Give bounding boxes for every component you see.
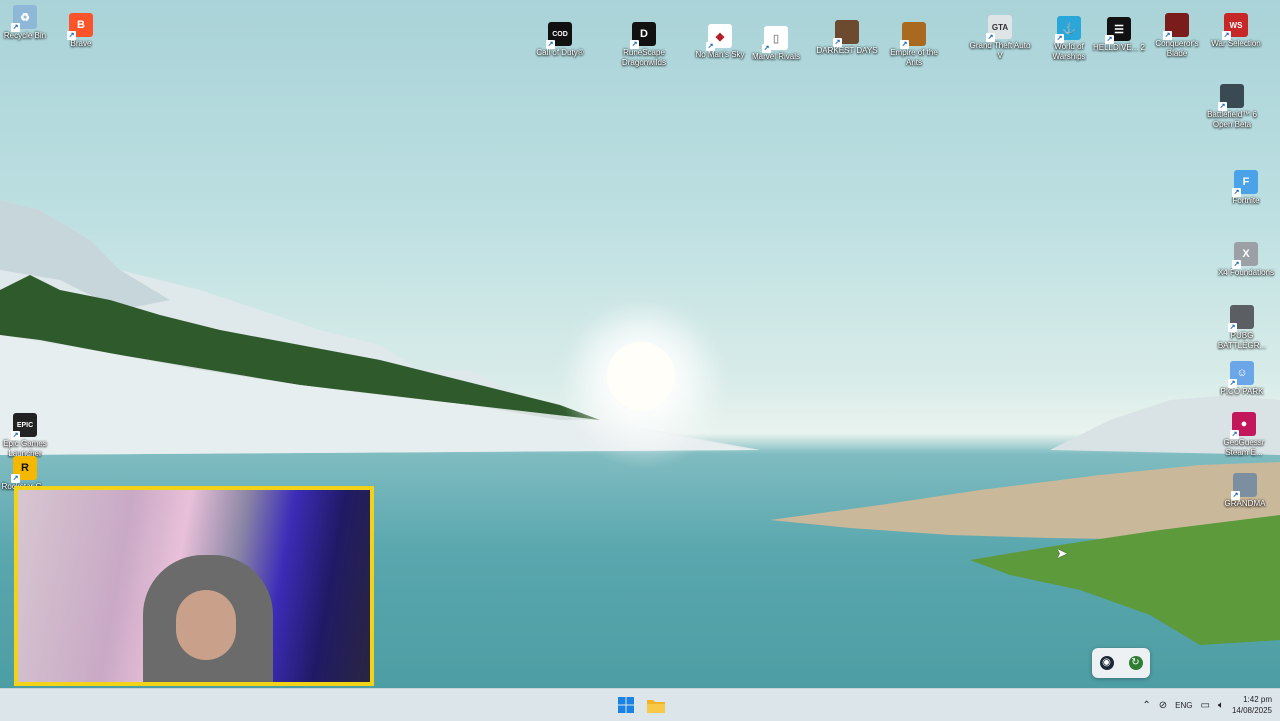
streamer-face [176,590,236,660]
document-icon: ▯ [762,26,788,53]
darkest-days-icon [833,20,859,47]
display-icon[interactable]: ▭ [1201,700,1210,711]
gta-v-icon: GTA [986,15,1012,42]
icon-label: Empire of the Ants [890,48,938,67]
pico-park-icon: ☺ [1228,361,1254,388]
desktop-icon-brave[interactable]: B Brave [50,13,112,49]
icon-label: Battlefield™ 6 Open Beta [1207,110,1257,129]
desktop-icon-runescape[interactable]: D RuneScape Dragonwilds [613,22,675,68]
tray-overflow-popup: ◉ ↻ [1092,648,1150,678]
windows-logo-icon [618,697,634,713]
desktop-icon-pubg[interactable]: PUBG BATTLEGR... [1211,305,1273,351]
desktop-icon-no-mans-sky[interactable]: ◆ No Man's Sky [689,24,751,60]
icon-label: PUBG BATTLEGR... [1217,331,1267,350]
desktop-icon-marvel-rivals[interactable]: ▯ Marvel Rivals [745,26,807,62]
sun [607,342,675,410]
taskbar-center [614,693,668,717]
desktop-icon-battlefield[interactable]: Battlefield™ 6 Open Beta [1201,84,1263,130]
icon-label: Call of Duty® [536,48,584,57]
brave-icon: B [67,13,93,40]
icon-label: No Man's Sky [695,50,745,59]
clock-date: 14/08/2025 [1231,706,1272,715]
desktop-icon-recycle-bin[interactable]: ♻ Recycle Bin [0,5,56,41]
pubg-icon [1228,305,1254,332]
desktop-icon-empire-of-the-ants[interactable]: Empire of the Ants [883,22,945,68]
icon-label: Recycle Bin [3,31,47,40]
geoguessr-icon: ● [1230,412,1256,439]
desktop-icon-conquerors-blade[interactable]: Conqueror's Blade [1146,13,1208,59]
webcam-feed [18,490,370,682]
no-mans-sky-icon: ◆ [706,24,732,51]
runescape-icon: D [630,22,656,49]
desktop-icon-gta-v[interactable]: GTA Grand Theft Auto V [969,15,1031,61]
icon-label: GRANDMA [1224,499,1266,508]
empire-of-the-ants-icon [900,22,926,49]
icon-label: DARKEST DAYS [816,46,878,55]
language-indicator[interactable]: ENG [1175,701,1192,710]
network-icon[interactable]: ⊘ [1159,700,1167,711]
desktop-icon-pico-park[interactable]: ☺ PICO PARK [1211,361,1273,397]
clock[interactable]: 1:42 pm 14/08/2025 [1232,694,1272,716]
epic-games-icon: EPIC [11,413,37,440]
desktop-icon-geoguessr[interactable]: ● GeoGuessr Steam E... [1213,412,1275,458]
desktop-icon-grandma[interactable]: GRANDMA [1214,473,1276,509]
helldivers-icon: ☰ [1105,17,1131,44]
icon-label: RuneScape Dragonwilds [621,48,667,67]
call-of-duty-icon: COD [546,22,572,49]
desktop[interactable]: ♻ Recycle Bin B Brave COD Call of Duty® … [0,0,1280,688]
desktop-icon-fortnite[interactable]: F Fortnite [1215,170,1277,206]
recycle-bin-icon: ♻ [11,5,37,32]
grandma-icon [1231,473,1257,500]
desktop-icon-darkest-days[interactable]: DARKEST DAYS [816,20,878,56]
desktop-icon-epic-games[interactable]: EPIC Epic Games Launcher [0,413,56,459]
conquerors-blade-icon [1163,13,1189,40]
folder-icon [647,699,665,713]
start-button[interactable] [614,693,638,717]
icon-label: Fortnite [1232,196,1260,205]
icon-label: HELLDIVE... 2 [1092,43,1146,52]
icon-label: GeoGuessr Steam E... [1223,438,1265,457]
clock-time: 1:42 pm [1243,695,1272,704]
icon-label: War Selection [1211,39,1261,48]
desktop-icon-x4[interactable]: X X4 Foundations [1215,242,1277,278]
war-selection-icon: WS [1222,13,1248,40]
icon-label: Conqueror's Blade [1155,39,1199,58]
battlefield-icon [1218,84,1244,111]
world-of-warships-icon: ⚓ [1055,16,1081,43]
icon-label: Brave [70,39,92,48]
mouse-cursor-icon: ➤ [1056,545,1068,561]
fortnite-icon: F [1232,170,1258,197]
update-icon[interactable]: ↻ [1128,656,1143,670]
taskbar: ⌃ ⊘ ENG ▭ 🔈︎ 1:42 pm 14/08/2025 [0,688,1280,721]
rockstar-icon: R [11,456,37,483]
system-tray: ⌃ ⊘ ENG ▭ 🔈︎ 1:42 pm 14/08/2025 [1142,689,1272,721]
desktop-icon-war-selection[interactable]: WS War Selection [1205,13,1267,49]
chevron-up-icon[interactable]: ⌃ [1142,700,1150,711]
volume-icon[interactable]: 🔈︎ [1218,700,1224,711]
webcam-overlay [14,486,374,686]
steam-icon[interactable]: ◉ [1099,656,1114,670]
icon-label: Marvel Rivals [751,52,800,61]
x4-icon: X [1232,242,1258,269]
desktop-icon-helldivers[interactable]: ☰ HELLDIVE... 2 [1088,17,1150,53]
icon-label: Grand Theft Auto V [969,41,1031,60]
desktop-icon-call-of-duty[interactable]: COD Call of Duty® [529,22,591,58]
icon-label: PICO PARK [1220,387,1264,396]
file-explorer-button[interactable] [644,693,668,717]
icon-label: X4 Foundations [1217,268,1275,277]
